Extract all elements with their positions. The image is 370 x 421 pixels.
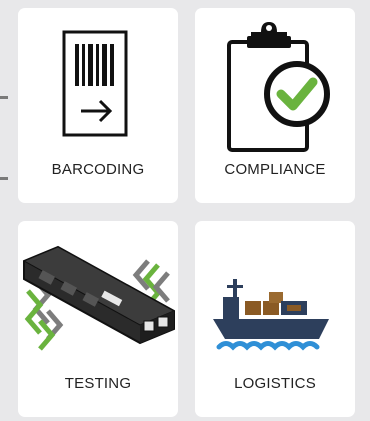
left-edge-mark-bottom (0, 177, 8, 180)
test-device-icon (22, 245, 176, 351)
logistics-label: LOGISTICS (234, 375, 316, 392)
compliance-label: COMPLIANCE (224, 161, 326, 178)
barcoding-label: BARCODING (51, 161, 145, 178)
barcode-document-icon (62, 30, 128, 137)
barcoding-tile[interactable]: BARCODING (18, 8, 178, 203)
left-edge-mark-top (0, 96, 8, 99)
cargo-ship-icon (213, 279, 329, 351)
testing-tile[interactable]: TESTING (18, 221, 178, 417)
compliance-tile[interactable]: COMPLIANCE (195, 8, 355, 203)
logistics-tile[interactable]: LOGISTICS (195, 221, 355, 417)
testing-label: TESTING (64, 375, 132, 392)
clipboard-checkmark-icon (227, 22, 330, 152)
